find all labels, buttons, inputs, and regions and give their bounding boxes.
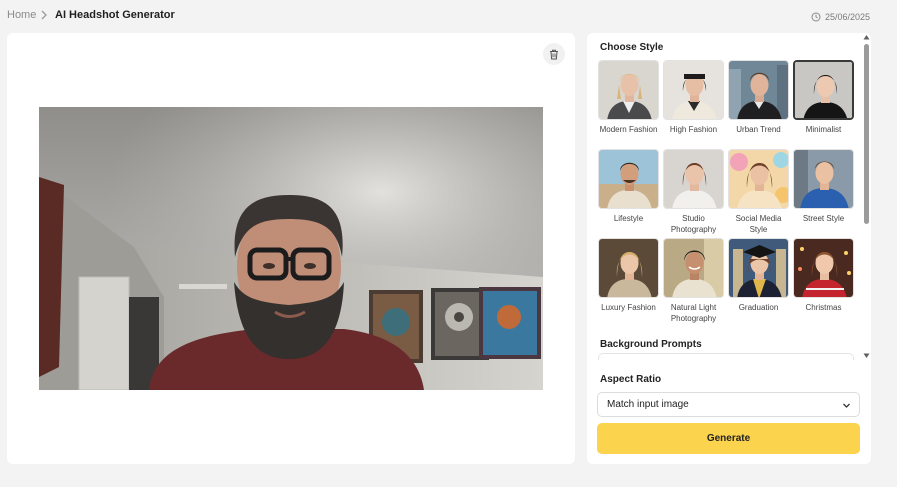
style-thumbnail [793, 149, 854, 209]
delete-image-button[interactable] [543, 43, 565, 65]
style-tile-lifestyle[interactable]: Lifestyle [598, 149, 659, 224]
style-tile-social-media-style[interactable]: Social Media Style [728, 149, 789, 235]
generate-button[interactable]: Generate [597, 423, 860, 454]
clock-icon [811, 12, 821, 22]
aspect-ratio-heading: Aspect Ratio [600, 374, 662, 385]
style-tile-graduation[interactable]: Graduation [728, 238, 789, 313]
style-thumbnail [728, 238, 789, 298]
style-thumbnail [598, 149, 659, 209]
style-label: Urban Trend [736, 125, 781, 134]
style-tile-urban-trend[interactable]: Urban Trend [728, 60, 789, 135]
style-tile-christmas[interactable]: Christmas [793, 238, 854, 313]
scroll-up-arrow-icon[interactable] [863, 34, 870, 40]
style-label: Social Media Style [735, 214, 782, 234]
trash-icon [550, 49, 558, 59]
style-label: Graduation [738, 303, 779, 312]
aspect-ratio-select[interactable]: Match input image [597, 392, 860, 417]
style-thumbnail [598, 60, 659, 120]
style-label: Street Style [802, 214, 845, 223]
style-thumbnail [793, 60, 854, 120]
aspect-ratio-value: Match input image [607, 399, 689, 410]
chevron-right-icon [41, 10, 47, 20]
style-label: Lifestyle [613, 214, 644, 223]
style-tile-natural-light-photography[interactable]: Natural Light Photography [663, 238, 724, 324]
breadcrumb-home-link[interactable]: Home [7, 9, 36, 21]
style-label: Luxury Fashion [601, 303, 656, 312]
style-tile-high-fashion[interactable]: High Fashion [663, 60, 724, 135]
style-tile-minimalist[interactable]: Minimalist [793, 60, 854, 135]
style-label: Modern Fashion [599, 125, 658, 134]
style-scrollbar[interactable] [862, 33, 871, 360]
image-preview-panel [7, 33, 575, 464]
style-tile-studio-photography[interactable]: Studio Photography [663, 149, 724, 235]
style-thumbnail [728, 60, 789, 120]
date-text: 25/06/2025 [824, 12, 870, 22]
background-prompts-heading: Background Prompts [600, 339, 702, 350]
top-bar: Home AI Headshot Generator 25/06/2025 [0, 0, 897, 32]
scroll-down-arrow-icon[interactable] [863, 353, 870, 359]
scrollbar-thumb[interactable] [864, 44, 869, 224]
style-thumbnail [663, 238, 724, 298]
style-label: High Fashion [669, 125, 718, 134]
style-scroll-area[interactable]: Choose Style Modern Fashion High Fashion [587, 33, 871, 360]
style-thumbnail [728, 149, 789, 209]
webcam-portrait-image [39, 107, 543, 390]
style-label: Studio Photography [670, 214, 717, 234]
style-thumbnail [793, 238, 854, 298]
style-tile-luxury-fashion[interactable]: Luxury Fashion [598, 238, 659, 313]
style-thumbnail [598, 238, 659, 298]
choose-style-heading: Choose Style [600, 42, 664, 53]
style-tile-street-style[interactable]: Street Style [793, 149, 854, 224]
style-tile-modern-fashion[interactable]: Modern Fashion [598, 60, 659, 135]
date-display: 25/06/2025 [811, 12, 870, 22]
style-thumbnail [663, 149, 724, 209]
breadcrumb-current: AI Headshot Generator [55, 9, 175, 21]
uploaded-photo [39, 107, 543, 390]
chevron-down-icon [843, 403, 850, 408]
style-label: Christmas [805, 303, 842, 312]
style-label: Natural Light Photography [670, 303, 717, 323]
background-prompt-input[interactable] [598, 353, 854, 360]
style-label: Minimalist [805, 125, 842, 134]
style-thumbnail [663, 60, 724, 120]
